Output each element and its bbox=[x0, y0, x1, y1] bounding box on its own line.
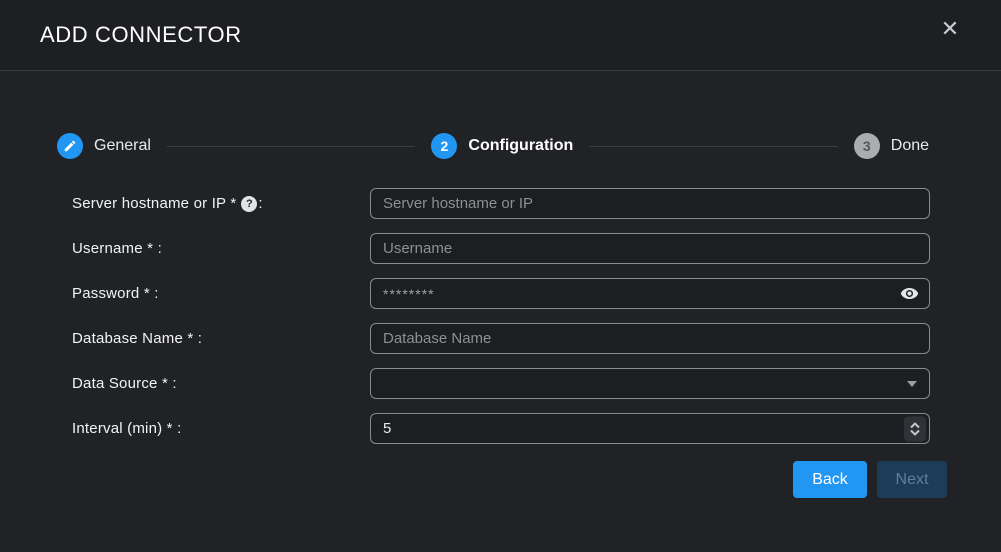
wizard-stepper: General 2 Configuration 3 Done bbox=[57, 133, 929, 159]
database-label: Database Name * : bbox=[72, 330, 370, 347]
password-label: Password * : bbox=[72, 285, 370, 302]
form-row-password: Password * : bbox=[72, 278, 1001, 309]
form-row-hostname: Server hostname or IP * ? : bbox=[72, 188, 1001, 219]
form-row-username: Username * : bbox=[72, 233, 1001, 264]
pencil-icon bbox=[57, 133, 83, 159]
datasource-label: Data Source * : bbox=[72, 375, 370, 392]
number-stepper[interactable] bbox=[904, 416, 926, 441]
stepper-connector-line bbox=[589, 146, 837, 147]
datasource-field-wrap bbox=[370, 368, 930, 399]
step-number-3: 3 bbox=[854, 133, 880, 159]
step-label-configuration: Configuration bbox=[468, 137, 573, 155]
form-row-database: Database Name * : bbox=[72, 323, 1001, 354]
hostname-label: Server hostname or IP * ? : bbox=[72, 195, 370, 212]
step-configuration[interactable]: 2 Configuration bbox=[431, 133, 573, 159]
password-field-wrap bbox=[370, 278, 930, 309]
dialog-title: ADD CONNECTOR bbox=[40, 22, 242, 48]
next-button[interactable]: Next bbox=[877, 461, 947, 498]
username-field-wrap bbox=[370, 233, 930, 264]
username-input[interactable] bbox=[370, 233, 930, 264]
form-row-interval: Interval (min) * : bbox=[72, 413, 1001, 444]
dialog-header: ADD CONNECTOR ✕ bbox=[0, 0, 1001, 71]
step-done[interactable]: 3 Done bbox=[854, 133, 929, 159]
add-connector-dialog: ADD CONNECTOR ✕ General 2 Configuration … bbox=[0, 0, 1001, 552]
username-label: Username * : bbox=[72, 240, 370, 257]
hostname-field-wrap bbox=[370, 188, 930, 219]
interval-field-wrap bbox=[370, 413, 930, 444]
chevron-up-icon bbox=[910, 422, 920, 428]
eye-icon[interactable] bbox=[899, 284, 919, 304]
interval-label: Interval (min) * : bbox=[72, 420, 370, 437]
close-icon[interactable]: ✕ bbox=[937, 16, 963, 42]
form-row-datasource: Data Source * : bbox=[72, 368, 1001, 399]
step-general[interactable]: General bbox=[57, 133, 151, 159]
datasource-select[interactable] bbox=[370, 368, 930, 399]
help-icon[interactable]: ? bbox=[241, 196, 257, 212]
chevron-down-icon[interactable] bbox=[907, 381, 917, 387]
step-number-2: 2 bbox=[431, 133, 457, 159]
step-label-general: General bbox=[94, 137, 151, 155]
configuration-form: Server hostname or IP * ? : Username * :… bbox=[0, 188, 1001, 444]
stepper-connector-line bbox=[167, 146, 415, 147]
hostname-input[interactable] bbox=[370, 188, 930, 219]
dialog-actions: Back Next bbox=[0, 461, 947, 498]
database-input[interactable] bbox=[370, 323, 930, 354]
password-input[interactable] bbox=[370, 278, 930, 309]
interval-input[interactable] bbox=[370, 413, 930, 444]
database-field-wrap bbox=[370, 323, 930, 354]
chevron-down-icon bbox=[910, 429, 920, 435]
back-button[interactable]: Back bbox=[793, 461, 867, 498]
step-label-done: Done bbox=[891, 137, 929, 155]
